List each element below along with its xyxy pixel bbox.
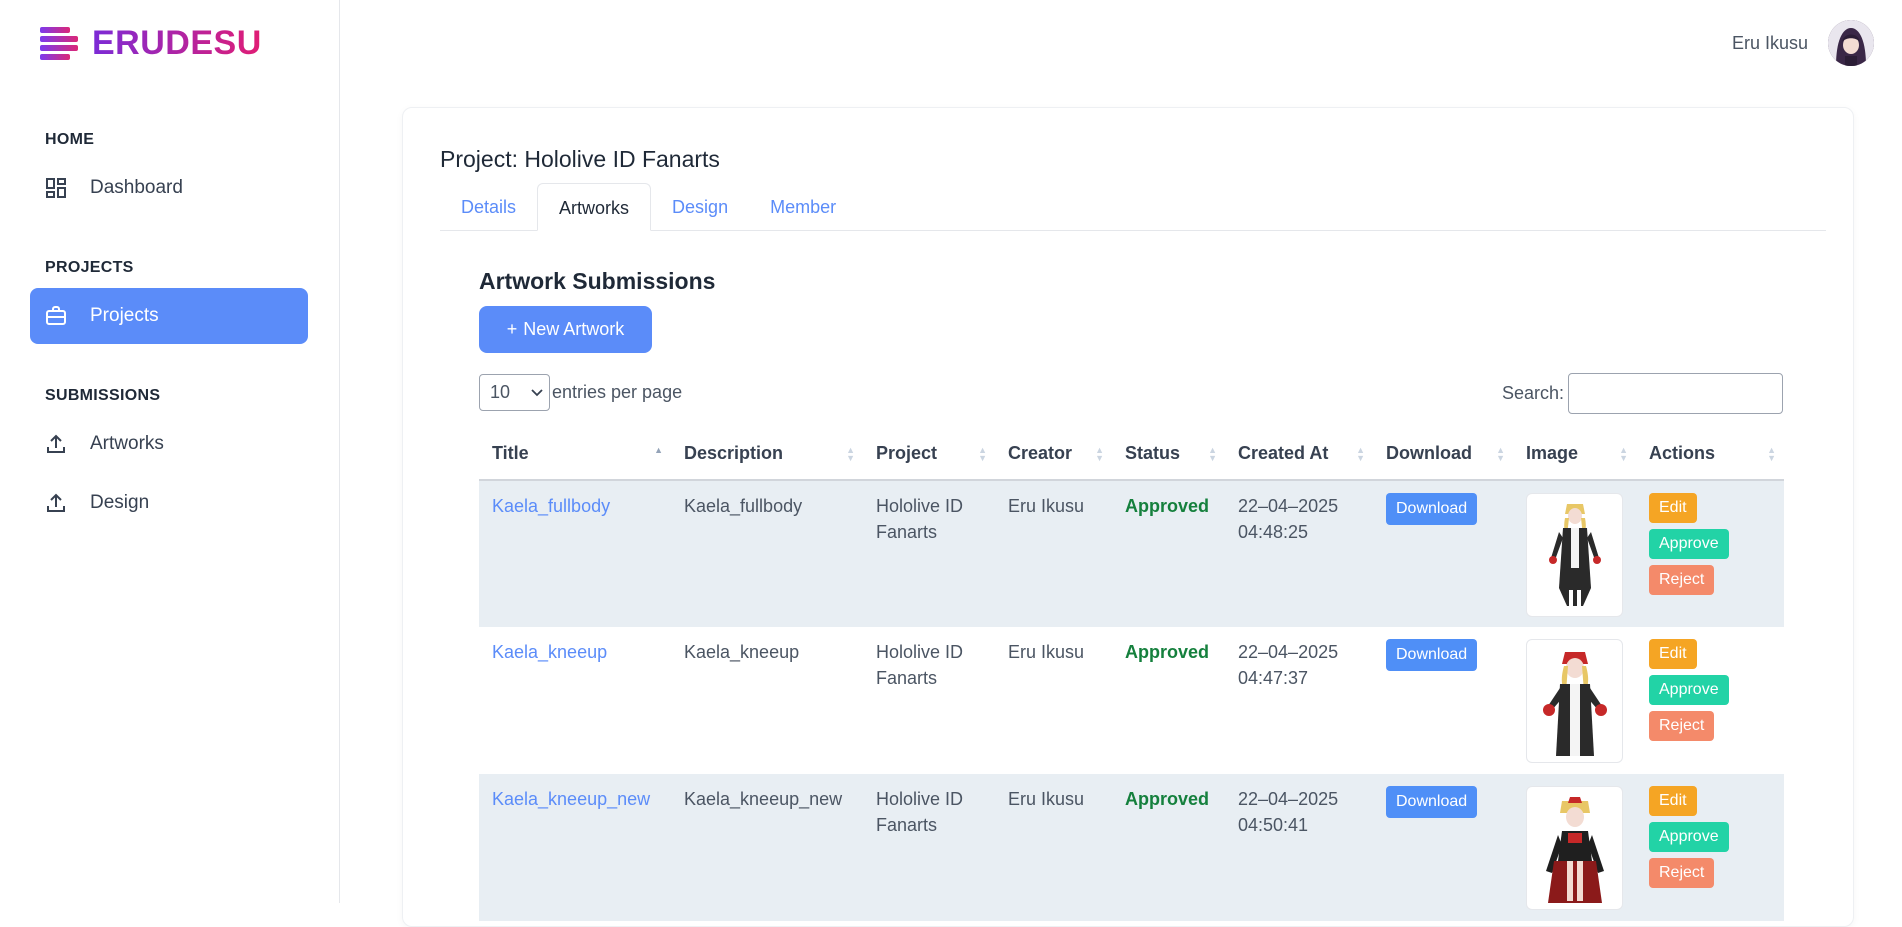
- logo-icon: [40, 25, 82, 63]
- artwork-title-link[interactable]: Kaela_kneeup_new: [492, 789, 650, 809]
- edit-button[interactable]: Edit: [1649, 493, 1697, 523]
- artwork-image: [1542, 651, 1607, 756]
- upload-icon: [47, 434, 65, 453]
- avatar[interactable]: [1828, 20, 1874, 66]
- edit-button[interactable]: Edit: [1649, 786, 1697, 816]
- tab-artworks[interactable]: Artworks: [537, 183, 652, 231]
- table-row: Kaela_kneeup_new Kaela_kneeup_new Hololi…: [479, 774, 1784, 921]
- artwork-creator: Eru Ikusu: [995, 480, 1112, 627]
- artwork-description: Kaela_fullbody: [671, 480, 863, 627]
- tab-details[interactable]: Details: [440, 183, 537, 231]
- sidebar-item-artworks[interactable]: Artworks: [30, 416, 308, 472]
- sidebar-item-label: Artworks: [90, 433, 164, 454]
- artwork-thumbnail[interactable]: [1526, 639, 1623, 763]
- col-description[interactable]: Description ▲ ▼: [671, 428, 863, 481]
- col-creator[interactable]: Creator ▲ ▼: [995, 428, 1112, 481]
- artwork-project: Hololive ID Fanarts: [863, 774, 995, 921]
- artwork-thumbnail[interactable]: [1526, 786, 1623, 910]
- edit-button[interactable]: Edit: [1649, 639, 1697, 669]
- brand-name: ERUDESU: [92, 24, 262, 62]
- artwork-created-at: 22–04–2025 04:48:25: [1225, 480, 1373, 627]
- project-tabs: Details Artworks Design Member: [440, 183, 1826, 231]
- artwork-title-link[interactable]: Kaela_kneeup: [492, 642, 607, 662]
- entries-value: 10: [490, 382, 511, 402]
- sidebar: ERUDESU HOME Dashboard PROJECTS Projects…: [0, 0, 340, 903]
- sidebar-item-label: Projects: [90, 305, 159, 326]
- dashboard-icon: [46, 178, 66, 198]
- avatar-image: [1828, 20, 1874, 66]
- briefcase-icon: [46, 306, 66, 325]
- user-name: Eru Ikusu: [1731, 32, 1808, 53]
- section-label-projects: PROJECTS: [45, 259, 134, 276]
- sidebar-item-label: Design: [90, 492, 150, 513]
- artwork-created-at: 22–04–2025 04:47:37: [1238, 642, 1339, 688]
- artwork-description: Kaela_kneeup_new: [671, 774, 863, 921]
- search-label: Search:: [1501, 383, 1564, 403]
- section-label-home: HOME: [45, 131, 95, 148]
- entries-length-control: 10 entries per page: [479, 374, 682, 411]
- section-title: Artwork Submissions: [479, 268, 716, 294]
- artwork-project: Hololive ID Fanarts: [876, 642, 964, 688]
- artwork-creator: Eru Ikusu: [995, 774, 1112, 921]
- col-title[interactable]: Title ▲: [479, 428, 671, 481]
- upload-icon: [47, 493, 65, 512]
- col-image[interactable]: Image ▲ ▼: [1513, 428, 1636, 481]
- page-title: Project: Hololive ID Fanarts: [440, 146, 720, 172]
- reject-button[interactable]: Reject: [1649, 565, 1715, 595]
- artwork-creator: Eru Ikusu: [1008, 642, 1085, 662]
- table-row: Kaela_fullbody Kaela_fullbody Hololive I…: [479, 480, 1784, 627]
- artwork-description: Kaela_kneeup: [684, 642, 800, 662]
- approve-button[interactable]: Approve: [1649, 675, 1729, 705]
- table-row: Kaela_kneeup Kaela_kneeup Hololive ID Fan…: [479, 627, 1784, 774]
- tab-design[interactable]: Design: [651, 183, 749, 231]
- new-artwork-button[interactable]: + New Artwork: [479, 306, 652, 353]
- status-badge: Approved: [1125, 789, 1210, 809]
- col-created-at[interactable]: Created At ▲ ▼: [1225, 428, 1373, 481]
- download-button[interactable]: Download: [1386, 639, 1478, 671]
- search-input[interactable]: [1568, 373, 1783, 414]
- status-badge: Approved: [1125, 496, 1210, 516]
- artworks-table: Title ▲ Description ▲ ▼ Project ▲ ▼ Creator ▲ ▼…: [479, 428, 1784, 921]
- artwork-thumbnail[interactable]: [1526, 493, 1623, 617]
- table-search: Search:: [1502, 373, 1783, 414]
- col-project[interactable]: Project ▲ ▼: [863, 428, 995, 481]
- new-artwork-label: New Artwork: [523, 319, 625, 339]
- approve-button[interactable]: Approve: [1649, 529, 1729, 559]
- col-status[interactable]: Status ▲ ▼: [1112, 428, 1225, 481]
- entries-label: entries per page: [552, 382, 683, 402]
- section-label-submissions: SUBMISSIONS: [45, 387, 161, 404]
- plus-icon: +: [506, 319, 518, 339]
- artwork-image: [1548, 503, 1601, 608]
- sidebar-item-design[interactable]: Design: [30, 475, 308, 531]
- artwork-title-link[interactable]: Kaela_fullbody: [492, 496, 610, 516]
- sidebar-item-label: Dashboard: [90, 177, 183, 198]
- table-header-row: Title ▲ Description ▲ ▼ Project ▲ ▼ Creator ▲ ▼…: [479, 428, 1784, 481]
- entries-select[interactable]: 10: [479, 374, 550, 411]
- download-button[interactable]: Download: [1386, 786, 1478, 818]
- download-button[interactable]: Download: [1386, 493, 1478, 525]
- reject-button[interactable]: Reject: [1649, 858, 1715, 888]
- chevron-down-icon: [531, 388, 543, 396]
- reject-button[interactable]: Reject: [1649, 711, 1715, 741]
- sidebar-item-projects[interactable]: Projects: [30, 288, 308, 344]
- col-actions[interactable]: Actions ▲ ▼: [1636, 428, 1784, 481]
- artwork-image: [1545, 796, 1604, 903]
- brand-logo[interactable]: ERUDESU: [40, 24, 262, 63]
- col-download[interactable]: Download ▲ ▼: [1373, 428, 1513, 481]
- approve-button[interactable]: Approve: [1649, 822, 1729, 852]
- sidebar-item-dashboard[interactable]: Dashboard: [30, 160, 308, 216]
- status-badge: Approved: [1125, 642, 1210, 662]
- tab-member[interactable]: Member: [749, 183, 857, 231]
- artwork-project: Hololive ID Fanarts: [863, 480, 995, 627]
- user-menu[interactable]: Eru Ikusu: [1732, 20, 1874, 66]
- artwork-created-at: 22–04–2025 04:50:41: [1225, 774, 1373, 921]
